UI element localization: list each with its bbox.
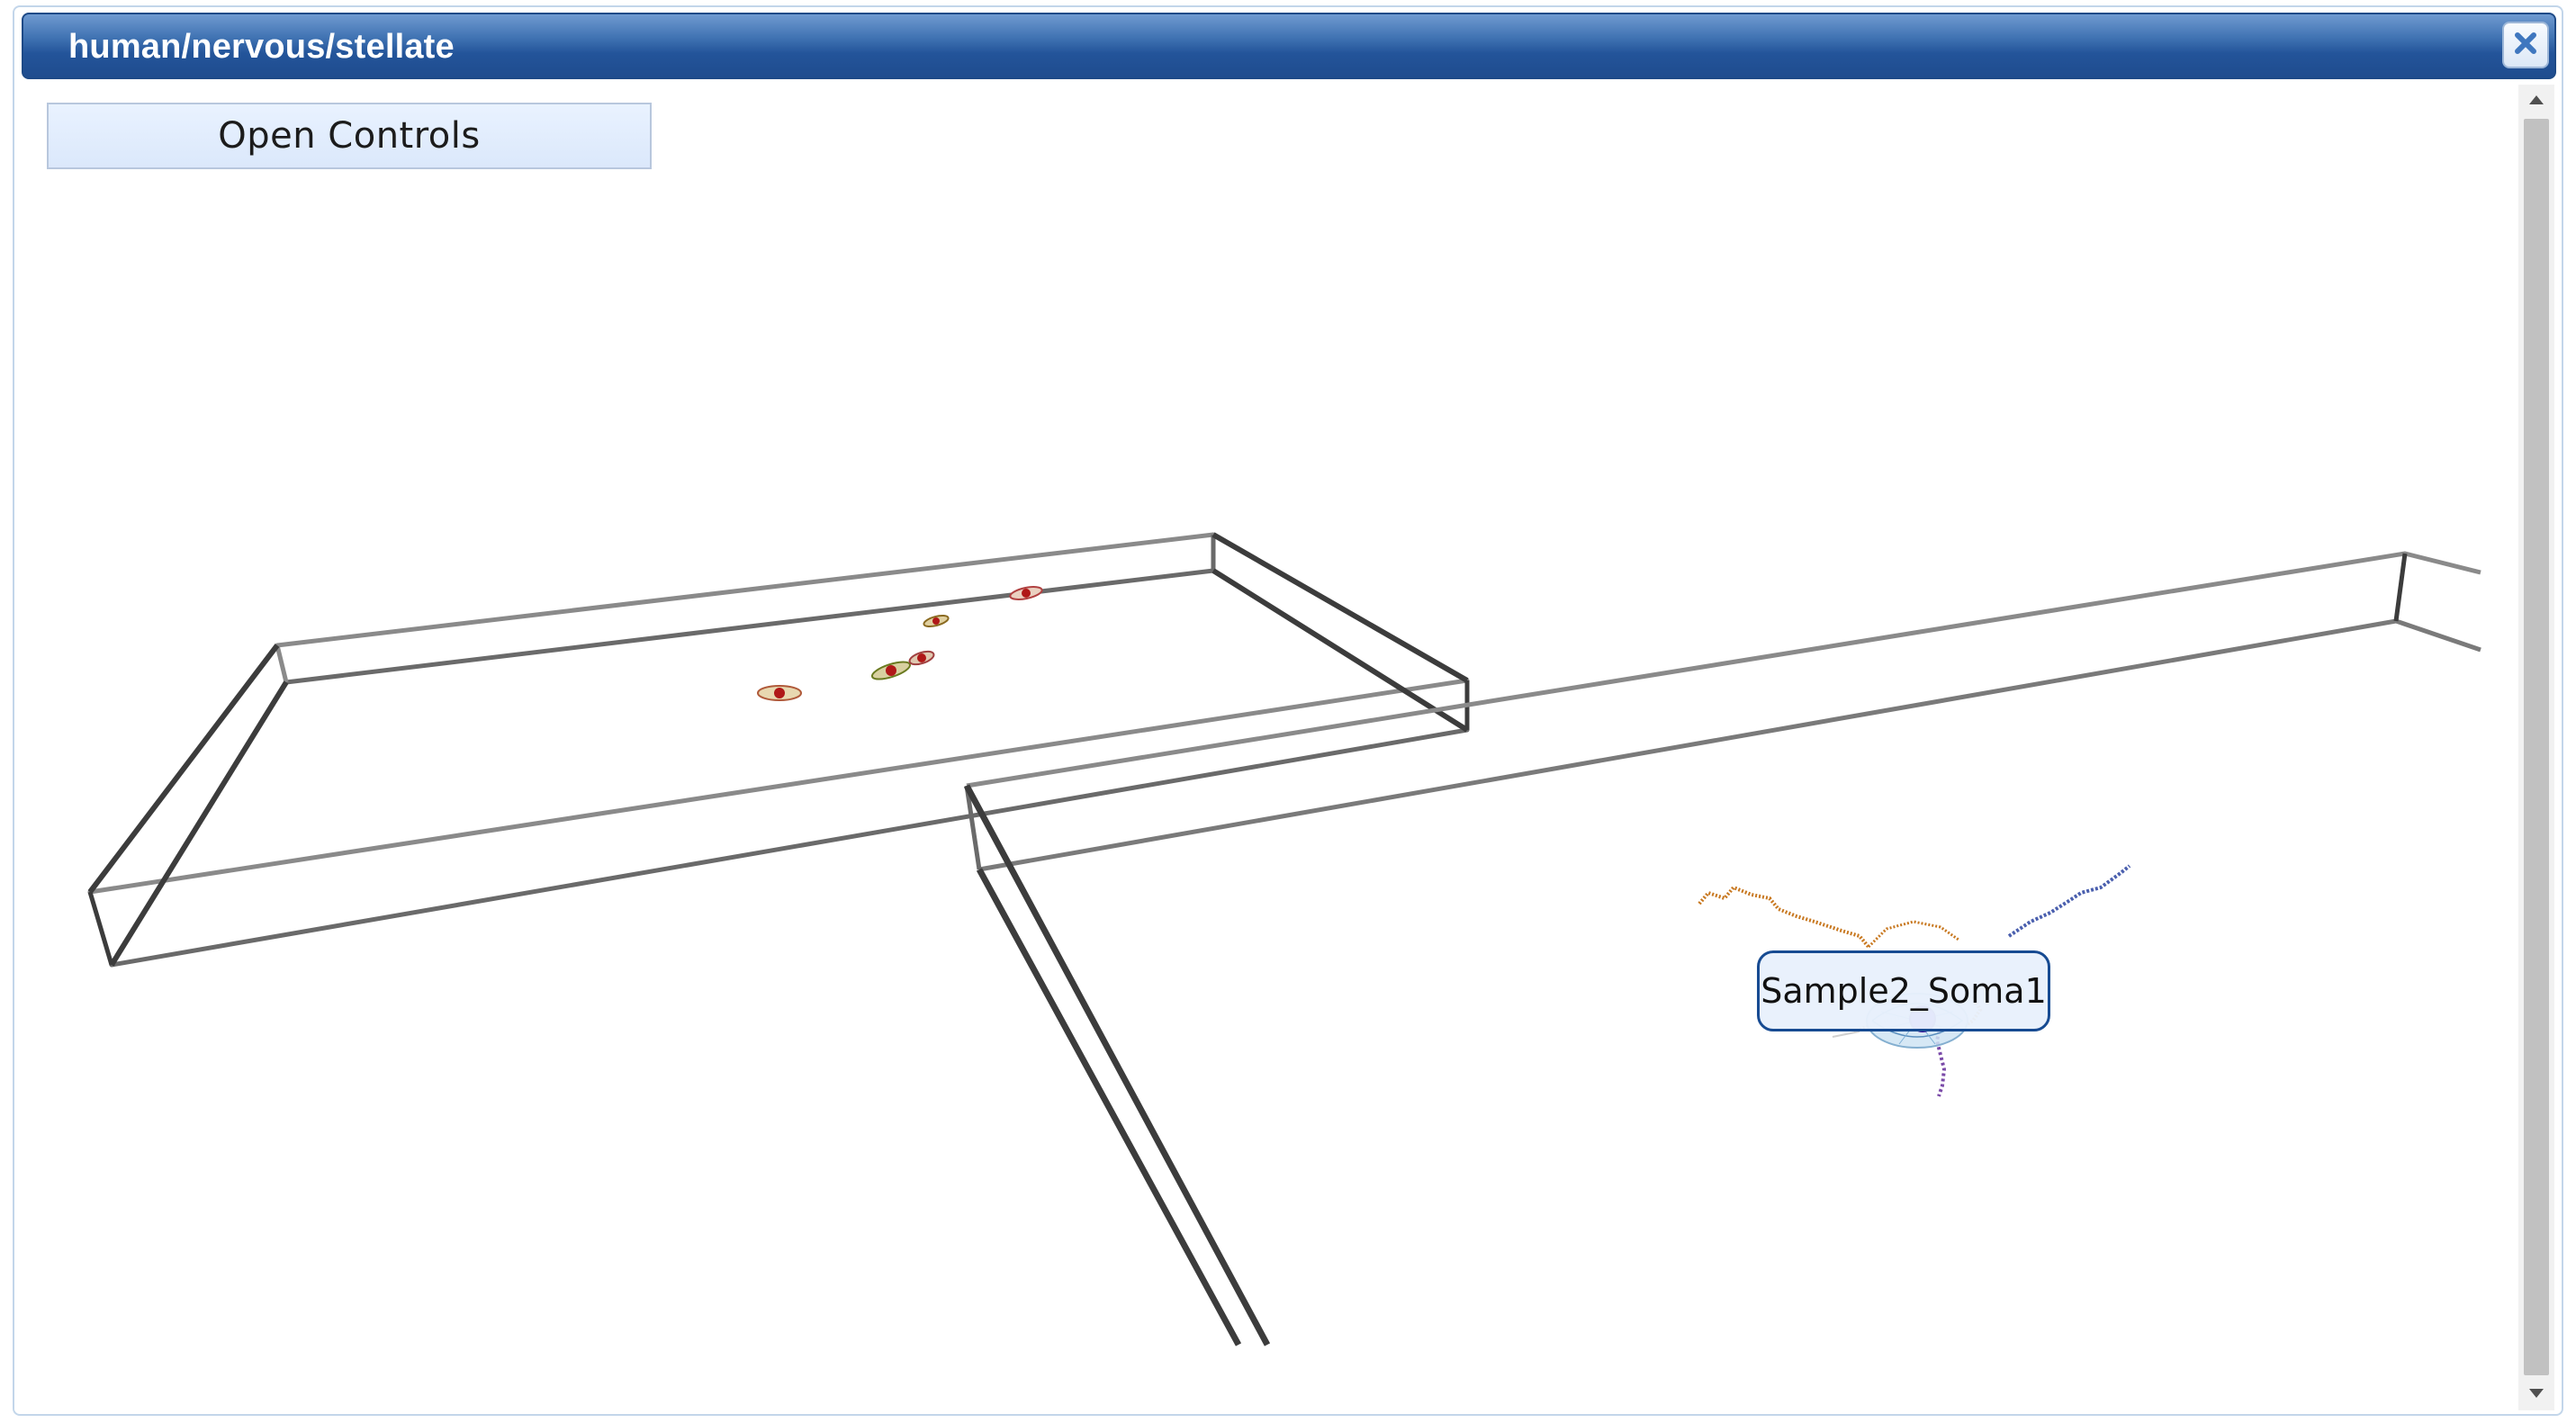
window-title: human/nervous/stellate <box>68 28 455 66</box>
open-controls-label: Open Controls <box>218 115 481 157</box>
cell-markers-left <box>757 586 1043 701</box>
cell-marker-3 <box>923 614 950 628</box>
bounding-box-left <box>87 532 1470 968</box>
scroll-down-button[interactable] <box>2518 1378 2554 1410</box>
cell-marker-4 <box>1009 586 1043 600</box>
close-button[interactable] <box>2502 22 2549 68</box>
3d-viewport[interactable]: Open Controls Sample2_Soma1 <box>14 85 2529 1410</box>
scroll-thumb[interactable] <box>2524 119 2549 1375</box>
scroll-down-arrow-icon <box>2527 1386 2545 1403</box>
cell-marker-2 <box>870 650 935 680</box>
open-controls-button[interactable]: Open Controls <box>47 103 652 169</box>
selection-label: Sample2_Soma1 <box>1757 950 2050 1031</box>
bounding-box-right <box>963 551 2481 1346</box>
vertical-scrollbar[interactable] <box>2518 85 2554 1410</box>
selection-label-text: Sample2_Soma1 <box>1761 971 2047 1011</box>
close-icon <box>2512 30 2539 60</box>
viewer-window: human/nervous/stellate Open Controls Sam… <box>13 5 2563 1416</box>
3d-scene[interactable] <box>14 85 2529 1410</box>
scroll-up-arrow-icon <box>2527 93 2545 110</box>
window-titlebar[interactable]: human/nervous/stellate <box>22 13 2556 79</box>
scroll-up-button[interactable] <box>2518 85 2554 117</box>
cell-marker-1 <box>757 685 802 701</box>
